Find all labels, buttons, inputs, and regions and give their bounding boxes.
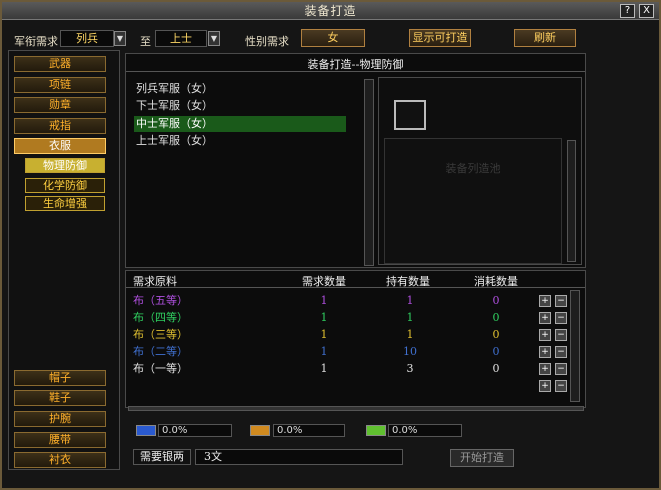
material-use: 0 <box>492 311 500 324</box>
divider <box>126 71 585 72</box>
sidebar-item-shoes[interactable]: 鞋子 <box>14 390 106 406</box>
cost-value: 3文 <box>195 449 403 465</box>
sidebar-item-shirt[interactable]: 衬衣 <box>14 452 106 468</box>
cost-label: 需要银两 <box>133 449 191 465</box>
material-use: 0 <box>492 345 500 358</box>
sidebar-sub-life-boost[interactable]: 生命增强 <box>25 196 105 211</box>
list-item[interactable]: 列兵军服（女） <box>134 81 346 97</box>
orange-rate: 0.0% <box>273 424 345 437</box>
sidebar-item-medal[interactable]: 勋章 <box>14 97 106 113</box>
materials-panel <box>125 270 586 408</box>
chevron-down-icon[interactable]: ▼ <box>114 31 126 46</box>
material-use: 0 <box>492 328 500 341</box>
blue-rate-swatch <box>136 425 156 436</box>
green-rate-swatch <box>366 425 386 436</box>
blue-rate: 0.0% <box>158 424 232 437</box>
material-have: 1 <box>406 311 414 324</box>
preview-box <box>384 138 562 264</box>
plus-icon[interactable]: + <box>539 363 551 375</box>
minus-icon[interactable]: − <box>555 312 567 324</box>
window-title: 装备打造 <box>304 4 357 18</box>
material-use: 0 <box>492 362 500 375</box>
orange-rate-swatch <box>250 425 270 436</box>
chevron-down-icon[interactable]: ▼ <box>208 31 220 46</box>
materials-scrollbar[interactable] <box>570 290 580 402</box>
item-slot[interactable] <box>394 100 426 130</box>
sidebar-item-clothes[interactable]: 衣服 <box>14 138 106 154</box>
preview-scrollbar[interactable] <box>567 140 576 262</box>
sidebar-sub-chemical-defense[interactable]: 化学防御 <box>25 178 105 193</box>
material-name: 布（三等） <box>133 328 188 341</box>
minus-icon[interactable]: − <box>555 380 567 392</box>
material-have: 1 <box>406 294 414 307</box>
plus-icon[interactable]: + <box>539 295 551 307</box>
material-have: 3 <box>406 362 414 375</box>
close-button[interactable]: X <box>639 4 654 18</box>
material-need: 1 <box>320 345 328 358</box>
plus-icon[interactable]: + <box>539 329 551 341</box>
material-need: 1 <box>320 311 328 324</box>
refresh-button[interactable]: 刷新 <box>514 29 576 47</box>
divider <box>126 287 585 288</box>
gender-label: 性别需求 <box>245 35 289 48</box>
material-name: 布（四等） <box>133 311 188 324</box>
material-have: 10 <box>403 345 417 358</box>
start-craft-button[interactable]: 开始打造 <box>450 449 514 467</box>
sidebar-item-weapon[interactable]: 武器 <box>14 56 106 72</box>
sidebar-item-necklace[interactable]: 项链 <box>14 77 106 93</box>
minus-icon[interactable]: − <box>555 329 567 341</box>
list-item[interactable]: 上士军服（女） <box>134 133 346 149</box>
plus-icon[interactable]: + <box>539 346 551 358</box>
material-need: 1 <box>320 294 328 307</box>
gender-button[interactable]: 女 <box>301 29 365 47</box>
preview-caption: 装备列造池 <box>445 162 501 175</box>
material-name: 布（五等） <box>133 294 188 307</box>
horizontal-scrollbar[interactable] <box>128 406 584 411</box>
list-item[interactable]: 下士军服（女） <box>134 98 346 114</box>
rank-to-select[interactable]: 上士 <box>155 30 207 47</box>
list-item[interactable]: 中士军服（女） <box>134 116 346 132</box>
sidebar <box>8 50 120 470</box>
rank-label: 军衔需求 <box>14 35 58 48</box>
material-have: 1 <box>406 328 414 341</box>
sidebar-sub-physical-defense[interactable]: 物理防御 <box>25 158 105 173</box>
plus-icon[interactable]: + <box>539 312 551 324</box>
material-use: 0 <box>492 294 500 307</box>
sidebar-item-belt[interactable]: 腰带 <box>14 432 106 448</box>
list-title: 装备打造--物理防御 <box>307 58 404 71</box>
material-need: 1 <box>320 328 328 341</box>
help-button[interactable]: ? <box>620 4 635 18</box>
material-name: 布（一等） <box>133 362 188 375</box>
to-label: 至 <box>140 35 151 48</box>
minus-icon[interactable]: − <box>555 363 567 375</box>
material-need: 1 <box>320 362 328 375</box>
rank-from-select[interactable]: 列兵 <box>60 30 114 47</box>
sidebar-item-hat[interactable]: 帽子 <box>14 370 106 386</box>
list-scrollbar[interactable] <box>364 79 374 266</box>
plus-icon[interactable]: + <box>539 380 551 392</box>
sidebar-item-bracer[interactable]: 护腕 <box>14 411 106 427</box>
sidebar-item-ring[interactable]: 戒指 <box>14 118 106 134</box>
show-craftable-button[interactable]: 显示可打造 <box>409 29 471 47</box>
green-rate: 0.0% <box>388 424 462 437</box>
minus-icon[interactable]: − <box>555 346 567 358</box>
material-name: 布（二等） <box>133 345 188 358</box>
minus-icon[interactable]: − <box>555 295 567 307</box>
